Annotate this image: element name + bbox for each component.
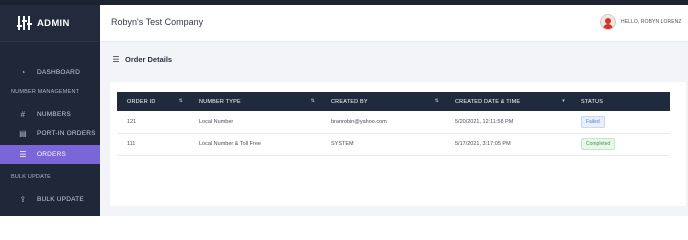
sidebar-item-dashboard[interactable]: ◔ DASHBOARD	[0, 63, 100, 82]
created-date: 5/20/2021, 12:11:58 PM	[455, 118, 514, 125]
created-date: 5/17/2021, 3:17:05 PM	[455, 141, 511, 147]
column-number-type[interactable]: NUMBER TYPE ⇅	[189, 92, 321, 111]
orders-table: ORDER ID ⇅ NUMBER TYPE ⇅ CREATED BY ⇅ CREAT…	[117, 92, 670, 156]
sort-icon[interactable]: ⇅	[179, 98, 183, 104]
table-row[interactable]: 121 Local Number branrobin@yahoo.com 5/2…	[117, 111, 670, 133]
order-id: 121	[127, 118, 137, 125]
page-title: Order Details	[125, 54, 173, 64]
sliders-icon	[17, 16, 32, 30]
column-created-date[interactable]: CREATED DATE & TIME ▾	[445, 92, 571, 111]
list-search-icon: ☰	[112, 54, 120, 64]
gauge-icon: ◔	[20, 68, 26, 77]
header: Robyn's Test Company HELLO, ROBYN LORENZ	[100, 5, 688, 42]
hash-icon: #	[20, 110, 26, 119]
column-status[interactable]: STATUS	[571, 92, 670, 111]
number-type: Local Number & Toll Free	[199, 141, 261, 147]
page-heading: ☰ Order Details	[111, 54, 172, 64]
document-icon: ▤	[19, 129, 27, 138]
sort-icon[interactable]: ▾	[562, 98, 565, 104]
sort-icon[interactable]: ⇅	[435, 98, 439, 104]
created-by: branrobin@yahoo.com	[331, 118, 387, 125]
company-name: Robyn's Test Company	[111, 17, 204, 27]
brand-label: ADMIN	[37, 17, 70, 29]
status-cell: Failed	[571, 111, 670, 133]
sidebar-item-port-in-orders[interactable]: ▤ PORT-IN ORDERS	[0, 124, 100, 143]
section-bulk-update: BULK UPDATE	[11, 174, 51, 180]
sidebar-item-numbers[interactable]: # NUMBERS	[0, 105, 100, 124]
sidebar-item-bulk-update[interactable]: ⇪ BULK UPDATE	[0, 190, 100, 209]
sidebar-item-label: NUMBERS	[37, 111, 71, 118]
app-window: ADMIN ◔ DASHBOARD NUMBER MANAGEMENT # NU…	[0, 0, 688, 216]
table-header-row: ORDER ID ⇅ NUMBER TYPE ⇅ CREATED BY ⇅ CREAT…	[117, 92, 670, 111]
status-badge: Failed	[581, 115, 605, 128]
sidebar-item-label: PORT-IN ORDERS	[37, 130, 96, 137]
table-row[interactable]: 111 Local Number & Toll Free SYSTEM 5/17…	[117, 133, 670, 155]
sidebar-item-label: BULK UPDATE	[37, 196, 84, 203]
number-type: Local Number	[199, 118, 234, 125]
order-id: 111	[127, 141, 136, 147]
sidebar-item-label: DASHBOARD	[37, 69, 80, 76]
status-cell: Completed	[571, 133, 670, 155]
sidebar-item-label: ORDERS	[37, 151, 67, 158]
sort-icon[interactable]: ⇅	[311, 98, 315, 104]
avatar[interactable]	[600, 14, 616, 30]
status-badge: Completed	[581, 138, 616, 150]
upload-icon: ⇪	[19, 195, 27, 204]
sidebar-item-orders[interactable]: ☰ ORDERS	[0, 145, 100, 164]
list-search-icon: ☰	[19, 150, 27, 159]
sidebar: ADMIN ◔ DASHBOARD NUMBER MANAGEMENT # NU…	[0, 5, 100, 216]
orders-card: ORDER ID ⇅ NUMBER TYPE ⇅ CREATED BY ⇅ CREAT…	[110, 82, 686, 206]
main-content: ☰ Order Details ORDER ID ⇅ NUMBER TYPE ⇅ C…	[100, 42, 688, 216]
brand[interactable]: ADMIN	[0, 5, 100, 42]
column-created-by[interactable]: CREATED BY ⇅	[321, 92, 445, 111]
created-by: SYSTEM	[331, 141, 354, 147]
column-order-id[interactable]: ORDER ID ⇅	[117, 92, 189, 111]
user-greeting[interactable]: HELLO, ROBYN LORENZ	[621, 19, 682, 25]
section-number-management: NUMBER MANAGEMENT	[11, 89, 80, 95]
